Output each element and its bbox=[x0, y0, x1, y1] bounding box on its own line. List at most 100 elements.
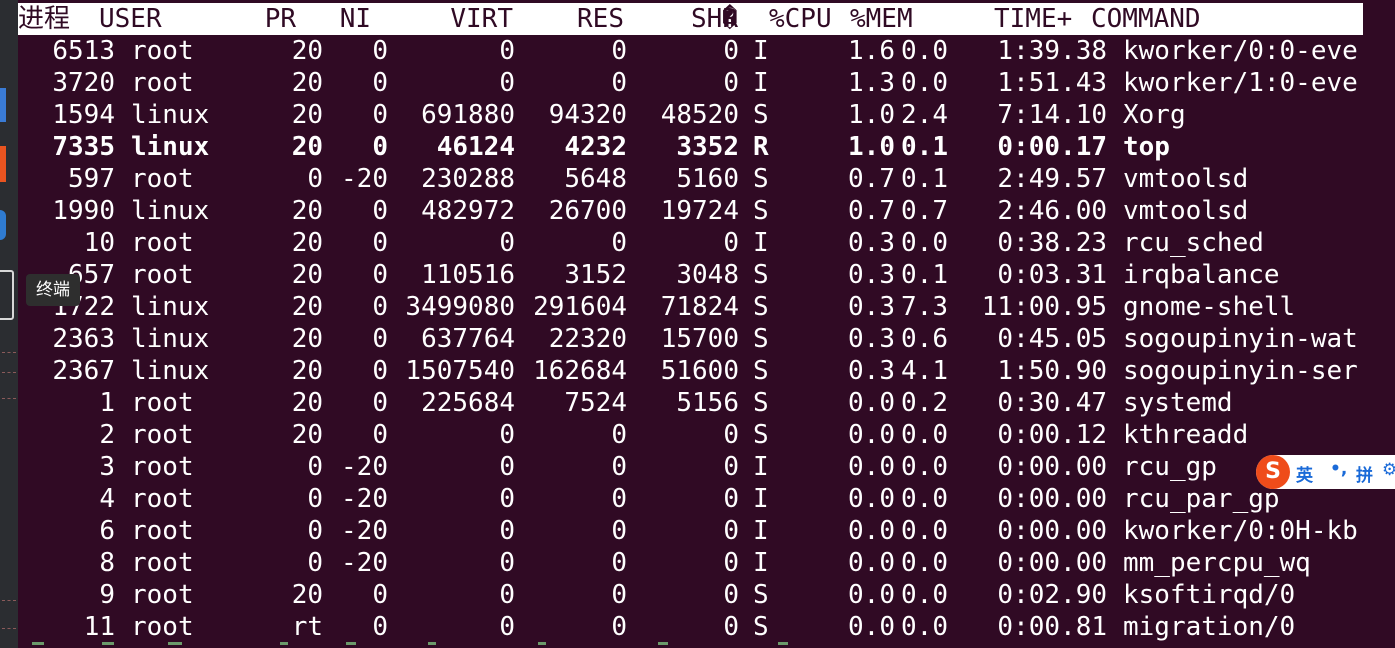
shr-cell: 19724 bbox=[660, 196, 739, 226]
table-header: 进程 USER PR NI VIRT RES SHR � %CPU %MEM T… bbox=[18, 3, 1363, 35]
mem-cell: 0.1 bbox=[901, 260, 948, 290]
virt-cell: 3499080 bbox=[405, 292, 515, 322]
cpu-cell: 0.0 bbox=[848, 452, 895, 482]
state-cell: I bbox=[753, 228, 769, 258]
mem-cell: 0.0 bbox=[901, 68, 948, 98]
time-cell: 2:46.00 bbox=[997, 196, 1107, 226]
res-cell: 4232 bbox=[564, 132, 627, 162]
pid-cell: 11 bbox=[83, 612, 115, 642]
ni-cell: 0 bbox=[372, 260, 388, 290]
table-row: 10 root 20 0 0 0 0 I 0.3 0.0 0:38.23 rcu_sched bbox=[18, 227, 1363, 259]
table-row: 597 root 0 -20 230288 5648 5160 S 0.7 0.1 2:49.57 v… bbox=[18, 163, 1363, 195]
pr-cell: 0 bbox=[307, 548, 323, 578]
state-cell: S bbox=[753, 324, 769, 354]
header-pr: PR bbox=[264, 4, 296, 34]
help-icon[interactable] bbox=[0, 210, 6, 240]
ime-punct-label[interactable]: •, bbox=[1330, 459, 1347, 479]
virt-cell: 0 bbox=[499, 452, 515, 482]
shr-cell: 0 bbox=[723, 612, 739, 642]
ime-pinyin-label[interactable]: 拼 bbox=[1356, 461, 1373, 486]
time-cell: 2:49.57 bbox=[997, 164, 1107, 194]
pid-cell: 1990 bbox=[52, 196, 115, 226]
table-row: 9 root 20 0 0 0 0 S 0.0 0.0 0:02.90 ksoftirqd/0 bbox=[18, 579, 1363, 611]
ni-cell: 0 bbox=[372, 292, 388, 322]
mem-cell: 0.1 bbox=[901, 132, 948, 162]
res-cell: 0 bbox=[611, 484, 627, 514]
ni-cell: -20 bbox=[341, 548, 388, 578]
dock-graph-line bbox=[2, 398, 16, 399]
time-cell: 0:00.00 bbox=[997, 452, 1107, 482]
shr-cell: 3352 bbox=[676, 132, 739, 162]
ni-cell: 0 bbox=[372, 196, 388, 226]
files-icon[interactable] bbox=[0, 88, 6, 122]
mem-cell: 0.0 bbox=[901, 580, 948, 610]
ime-status-bar[interactable]: S 英 •, 拼 ⚙ bbox=[1256, 455, 1395, 489]
command-cell: mm_percpu_wq bbox=[1123, 548, 1311, 578]
ni-cell: 0 bbox=[372, 100, 388, 130]
pid-cell: 6513 bbox=[52, 36, 115, 66]
state-cell: S bbox=[753, 612, 769, 642]
software-store-icon[interactable] bbox=[0, 146, 6, 182]
table-row: 2363 linux 20 0 637764 22320 15700 S 0.3 0.6 0:45.… bbox=[18, 323, 1363, 355]
virt-cell: 0 bbox=[499, 68, 515, 98]
command-cell: kworker/0:0H-kb bbox=[1123, 516, 1358, 546]
time-cell: 0:00.17 bbox=[997, 132, 1107, 162]
state-cell: I bbox=[753, 36, 769, 66]
command-cell: kworker/0:0-eve bbox=[1123, 36, 1358, 66]
virt-cell: 0 bbox=[499, 36, 515, 66]
command-cell: sogoupinyin-ser bbox=[1123, 356, 1358, 386]
table-row: 657 root 20 0 110516 3152 3048 S 0.3 0.1 0:03.31 ir… bbox=[18, 259, 1363, 291]
pid-cell: 2 bbox=[99, 420, 115, 450]
cpu-cell: 0.3 bbox=[848, 356, 895, 386]
ni-cell: 0 bbox=[372, 612, 388, 642]
ni-cell: 0 bbox=[372, 388, 388, 418]
cpu-cell: 0.7 bbox=[848, 164, 895, 194]
command-cell: sogoupinyin-wat bbox=[1123, 324, 1358, 354]
shr-cell: 3048 bbox=[676, 260, 739, 290]
cpu-cell: 0.0 bbox=[848, 516, 895, 546]
terminal-icon[interactable] bbox=[0, 270, 14, 320]
ni-cell: 0 bbox=[372, 420, 388, 450]
time-cell: 0:00.00 bbox=[997, 484, 1107, 514]
res-cell: 0 bbox=[611, 580, 627, 610]
pid-cell: 8 bbox=[99, 548, 115, 578]
pr-cell: 20 bbox=[291, 36, 323, 66]
command-cell: vmtoolsd bbox=[1123, 164, 1249, 194]
ni-cell: 0 bbox=[372, 228, 388, 258]
command-cell: Xorg bbox=[1123, 100, 1186, 130]
virt-cell: 0 bbox=[499, 516, 515, 546]
mem-cell: 0.0 bbox=[901, 452, 948, 482]
table-row: 1990 linux 20 0 482972 26700 19724 S 0.7 0.7 2:46.… bbox=[18, 195, 1363, 227]
pr-cell: 20 bbox=[291, 196, 323, 226]
mem-cell: 0.7 bbox=[901, 196, 948, 226]
res-cell: 3152 bbox=[564, 260, 627, 290]
time-cell: 0:45.05 bbox=[997, 324, 1107, 354]
cpu-cell: 0.3 bbox=[848, 292, 895, 322]
pr-cell: 0 bbox=[307, 452, 323, 482]
gear-icon[interactable]: ⚙ bbox=[1382, 460, 1395, 480]
time-cell: 0:00.00 bbox=[997, 516, 1107, 546]
ime-mode-label[interactable]: 英 bbox=[1296, 461, 1313, 486]
res-cell: 0 bbox=[611, 452, 627, 482]
state-cell: S bbox=[753, 420, 769, 450]
mem-cell: 2.4 bbox=[901, 100, 948, 130]
pid-cell: 9 bbox=[99, 580, 115, 610]
res-cell: 0 bbox=[611, 612, 627, 642]
time-cell: 0:02.90 bbox=[997, 580, 1107, 610]
pr-cell: 20 bbox=[291, 420, 323, 450]
pr-cell: 20 bbox=[291, 292, 323, 322]
pid-cell: 1 bbox=[99, 388, 115, 418]
res-cell: 291604 bbox=[533, 292, 627, 322]
pid-cell: 4 bbox=[99, 484, 115, 514]
shr-cell: 5156 bbox=[676, 388, 739, 418]
state-cell: S bbox=[753, 164, 769, 194]
header-state: � bbox=[722, 4, 738, 34]
ni-cell: 0 bbox=[372, 68, 388, 98]
sogou-logo-icon[interactable]: S bbox=[1256, 455, 1290, 489]
command-cell: kthreadd bbox=[1123, 420, 1249, 450]
time-cell: 1:51.43 bbox=[997, 68, 1107, 98]
virt-cell: 0 bbox=[499, 548, 515, 578]
command-cell: irqbalance bbox=[1123, 260, 1280, 290]
virt-cell: 0 bbox=[499, 228, 515, 258]
res-cell: 94320 bbox=[548, 100, 627, 130]
